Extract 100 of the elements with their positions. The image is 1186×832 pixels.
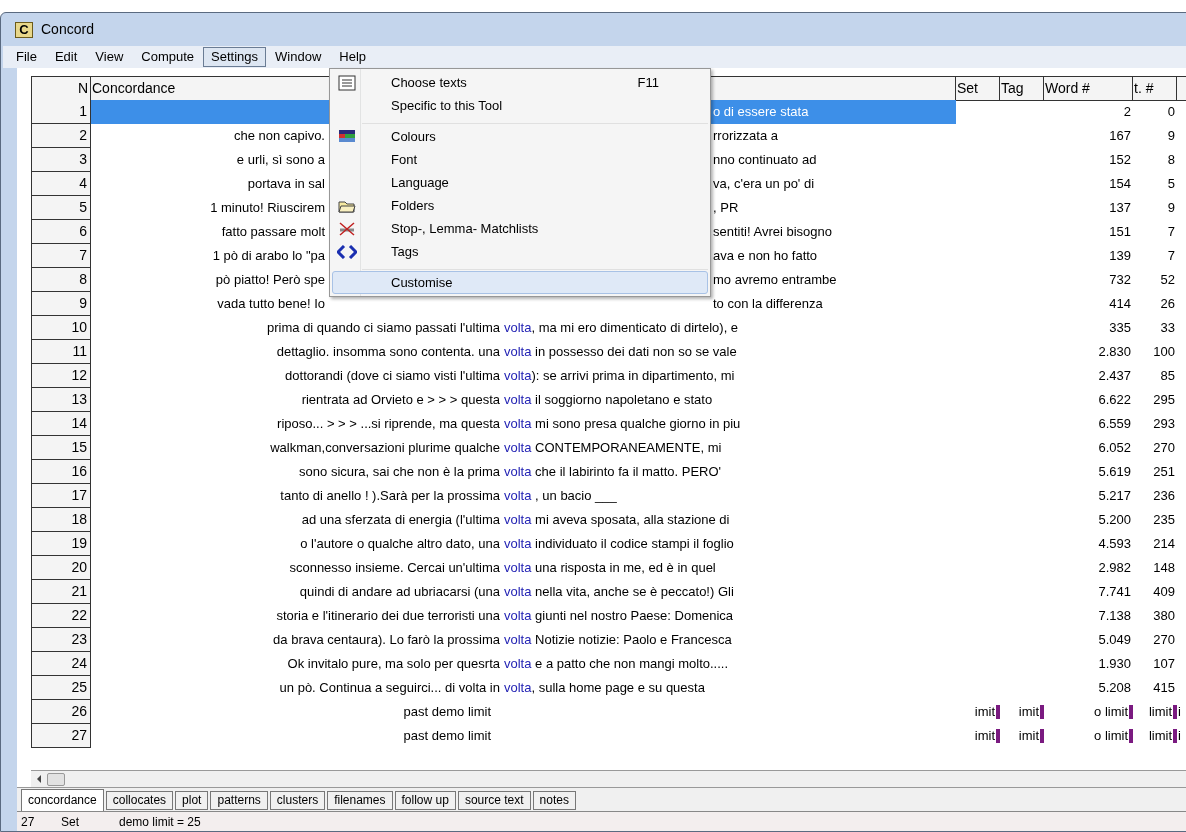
table-cell-text: 415 [1153,679,1175,698]
table-cell-text: 5 [1167,175,1175,194]
keyword: volta [504,583,532,602]
concordance-text: giunti nel nostro Paese: Domenica [534,607,734,626]
keyword: volta [504,631,532,650]
row-number: 7 [31,244,91,268]
concordance-text: 1 minuto! Riuscirem [210,199,325,218]
row-number: 2 [31,124,91,148]
table-cell-text: 148 [1153,559,1175,578]
concordance-text: e urli, sì sono a [236,151,325,170]
row-number: 14 [31,412,91,436]
concordance-text: nno continuato ad [713,151,817,170]
row-number: 5 [31,196,91,220]
table-cell-text: 409 [1153,583,1175,602]
concordance-text: sentiti! Avrei bisogno [713,223,832,242]
table-cell-text: 9 [1167,199,1175,218]
table-cell-text: 2.982 [1098,559,1131,578]
concordance-text: individuato il codice stampi il foglio [534,535,734,554]
table-cell-text: 151 [1109,223,1131,242]
table-cell-text: 7 [1167,247,1175,266]
row-number: 12 [31,364,91,388]
table-cell-text: 137 [1109,199,1131,218]
table-cell-text: i [1178,727,1181,746]
row-number: 23 [31,628,91,652]
row-number: 1 [31,100,91,124]
concordance-text: sconnesso insieme. Cercai un'ultima [289,559,500,578]
concordance-text: CONTEMPORANEAMENTE, mi [534,439,722,458]
concordance-text: Notizie notizie: Paolo e Francesca [534,631,732,650]
keyword: volta [504,391,532,410]
keyword: volta [504,367,532,386]
concordance-text: che il labirinto fa il matto. PERO' [534,463,722,482]
concordance-text: , sulla home page e su questa [531,679,705,698]
keyword: volta [504,535,532,554]
concordance-text: fatto passare molt [221,223,325,242]
table-cell-text: 2.437 [1098,367,1131,386]
row-number: 11 [31,340,91,364]
table-cell-text: 154 [1109,175,1131,194]
table-cell-text: 26 [1160,295,1175,314]
table-cell-text: 5.217 [1098,487,1131,506]
table-cell-text: 8 [1167,151,1175,170]
table-cell-text: limit [1148,703,1172,722]
concordance-text: , ma mi ero dimenticato di dirtelo), e [531,319,739,338]
table-cell-text: 107 [1153,655,1175,674]
row-number: 25 [31,676,91,700]
concordance-text: da brava centaura). Lo farò la prossima [273,631,500,650]
concordance-text: sono sicura, sai che non è la prima [299,463,500,482]
row-number: 26 [31,700,91,724]
concordance-text: prima di quando ci siamo passati l'ultima [267,319,500,338]
row-number: 18 [31,508,91,532]
table-cell-text: 380 [1153,607,1175,626]
concordance-text: ad una sferzata di energia (l'ultima [301,511,500,530]
row-number: 27 [31,724,91,748]
concordance-text: rientrata ad Orvieto e > > > questa [301,391,500,410]
concordance-text: tanto di anello ! ).Sarà per la prossima [280,487,500,506]
table-cell-text: 295 [1153,391,1175,410]
row-number: 4 [31,172,91,196]
keyword: volta [504,655,532,674]
concordance-text: walkman,conversazioni plurime qualche [270,439,500,458]
concordance-text: dettaglio. insomma sono contenta. una [276,343,500,362]
concordance-text: quindi di andare ad ubriacarsi (una [299,583,500,602]
table-cell-text: 235 [1153,511,1175,530]
table-cell-text: 2 [1123,103,1131,122]
concordance-text: 1 pò di arabo lo "pa [212,247,325,266]
table-cell-text: imit [1018,703,1039,722]
table-cell-text: 52 [1160,271,1175,290]
row-number: 13 [31,388,91,412]
concordance-text: che non capivo. [233,127,325,146]
concordance-text: , un bacio ___ [534,487,617,506]
concordance-text: in possesso dei dati non so se vale [534,343,737,362]
row-number: 10 [31,316,91,340]
table-cell-text: 5.200 [1098,511,1131,530]
table-cell-text: 214 [1153,535,1175,554]
table-cell-text: 5.619 [1098,463,1131,482]
concordance-text: to con la differenza [713,295,823,314]
row-number: 20 [31,556,91,580]
table-cell-text: 6.622 [1098,391,1131,410]
table-cell-text: 2.830 [1098,343,1131,362]
table-cell-text: 6.052 [1098,439,1131,458]
table-cell-text: o limit [1094,703,1128,722]
table-cell-text: 152 [1109,151,1131,170]
keyword: volta [504,487,532,506]
limit-text: past demo limit [403,703,491,722]
concordance-text: mi aveva sposata, alla stazione di [534,511,730,530]
row-number: 24 [31,652,91,676]
concordance-text: vada tutto bene! Io [217,295,325,314]
app-logo-icon: C [15,21,33,38]
table-cell-text: 85 [1160,367,1175,386]
table-cell-text: 33 [1160,319,1175,338]
keyword: volta [504,511,532,530]
keyword: volta [504,439,532,458]
table-cell-text: 293 [1153,415,1175,434]
table-cell-text: limit [1148,727,1172,746]
keyword: volta [504,415,532,434]
table-cell-text: imit [974,727,995,746]
row-number: 8 [31,268,91,292]
concordance-text: un pò. Continua a seguirci... di volta in [279,679,500,698]
concordance-text: Ok invitalo pure, ma solo per quesrta [287,655,500,674]
row-number: 16 [31,460,91,484]
concordance-text: ava e non ho fatto [713,247,818,266]
row-number: 17 [31,484,91,508]
